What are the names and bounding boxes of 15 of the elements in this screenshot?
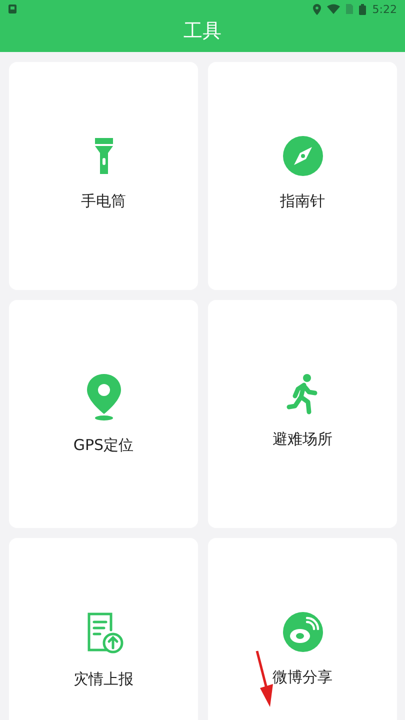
battery-icon	[359, 4, 366, 14]
compass-icon	[280, 134, 324, 178]
status-time: 5:22	[372, 2, 397, 16]
tool-card[interactable]: 手电筒	[9, 62, 198, 290]
wifi-icon	[327, 4, 340, 14]
location-icon	[313, 4, 322, 14]
sim-icon	[346, 4, 354, 14]
tool-card[interactable]: 指南针	[208, 62, 397, 290]
tool-card[interactable]: GPS定位	[9, 300, 198, 528]
tool-card[interactable]: 避难场所	[208, 300, 397, 528]
tool-card[interactable]: 微博分享	[208, 538, 397, 720]
tool-card[interactable]: 灾情上报	[9, 538, 198, 720]
notification-icon	[8, 4, 17, 14]
page-title: 工具	[184, 19, 222, 44]
weibo-share-icon	[280, 610, 324, 654]
